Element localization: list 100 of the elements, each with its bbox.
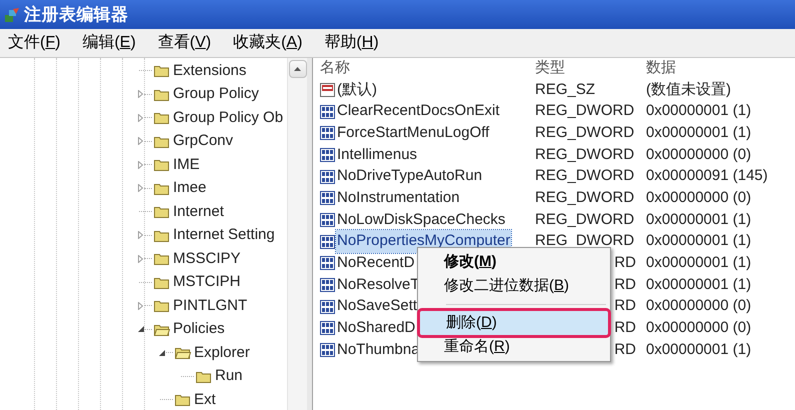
collapsed-arrow-icon[interactable] bbox=[138, 302, 143, 310]
collapsed-arrow-icon[interactable] bbox=[138, 254, 143, 263]
folder-icon bbox=[154, 205, 170, 218]
menu-item[interactable]: 编辑(E) bbox=[82, 31, 136, 55]
folder-icon bbox=[154, 88, 170, 101]
value-data: 0x00000000 (0) bbox=[646, 144, 752, 165]
menu-item[interactable]: 查看(V) bbox=[158, 31, 212, 55]
up-arrow-icon bbox=[294, 67, 301, 71]
binary-value-icon bbox=[320, 170, 335, 184]
tree-item[interactable]: Ext bbox=[194, 388, 216, 410]
tree-item[interactable]: MSSCIPY bbox=[173, 248, 241, 270]
collapsed-arrow-icon[interactable] bbox=[138, 231, 143, 240]
expanded-arrow-icon[interactable] bbox=[159, 350, 165, 356]
value-data: 0x00000001 (1) bbox=[646, 340, 752, 360]
value-name[interactable]: ForceStartMenuLogOff bbox=[336, 122, 490, 144]
tree-item[interactable]: MSTCIPH bbox=[173, 271, 240, 294]
value-name[interactable]: NoSaveSett bbox=[336, 295, 418, 318]
registry-icon bbox=[4, 6, 20, 22]
menu-item[interactable]: 收藏夹(A) bbox=[233, 31, 302, 55]
string-value-icon bbox=[320, 82, 335, 97]
value-type: REG_DWORD bbox=[535, 188, 634, 208]
value-type: RD bbox=[614, 318, 636, 338]
tree-item[interactable]: Internet Setting bbox=[173, 224, 275, 246]
binary-value-icon bbox=[320, 300, 335, 314]
folder-icon bbox=[154, 276, 170, 289]
value-data: 0x00000000 (0) bbox=[646, 296, 752, 316]
binary-value-icon bbox=[320, 191, 335, 206]
value-data: 0x00000001 (1) bbox=[646, 231, 752, 252]
tree-item[interactable]: Imee bbox=[173, 177, 206, 200]
column-header[interactable]: 数据 bbox=[646, 57, 766, 80]
collapsed-arrow-icon[interactable] bbox=[138, 137, 143, 146]
tree-item[interactable]: PINTLGNT bbox=[173, 294, 248, 317]
binary-value-icon bbox=[320, 278, 335, 292]
binary-value-icon bbox=[320, 343, 335, 358]
collapsed-arrow-icon[interactable] bbox=[138, 184, 143, 192]
collapsed-arrow-icon[interactable] bbox=[138, 90, 143, 98]
value-name[interactable]: NoResolveT bbox=[336, 274, 421, 296]
menu-item[interactable]: 删除(D) bbox=[420, 311, 608, 335]
menu-item[interactable]: 修改(M) bbox=[418, 250, 610, 274]
value-name[interactable]: NoLowDiskSpaceChecks bbox=[336, 208, 506, 232]
binary-value-icon bbox=[320, 148, 335, 162]
value-data: 0x00000001 (1) bbox=[646, 122, 752, 143]
value-type: RD bbox=[614, 274, 636, 295]
window-title: 注册表编辑器 bbox=[24, 4, 129, 26]
value-data: 0x00000001 (1) bbox=[646, 253, 752, 274]
value-type: REG_DWORD bbox=[535, 144, 634, 165]
value-name[interactable]: NoDriveTypeAutoRun bbox=[336, 165, 484, 188]
value-name[interactable]: NoThumbna bbox=[336, 338, 421, 362]
value-name[interactable]: ClearRecentDocsOnExit bbox=[336, 100, 501, 123]
binary-value-icon bbox=[320, 212, 335, 227]
tree-item[interactable]: Group Policy bbox=[173, 83, 259, 106]
binary-value-icon bbox=[320, 321, 335, 336]
tree-item[interactable]: Group Policy Ob bbox=[173, 106, 284, 129]
value-data: 0x00000001 (1) bbox=[646, 101, 752, 122]
value-type: REG_DWORD bbox=[535, 231, 634, 252]
menu-item[interactable]: 文件(F) bbox=[8, 31, 60, 55]
value-type: RD bbox=[614, 340, 636, 360]
folder-icon bbox=[154, 182, 170, 195]
folder-icon bbox=[154, 111, 170, 124]
value-data: (数值未设置) bbox=[646, 80, 731, 100]
menu-item[interactable]: 重命名(R) bbox=[418, 335, 610, 359]
open-folder-icon bbox=[154, 322, 170, 336]
value-type: REG_DWORD bbox=[535, 210, 634, 230]
value-type: REG_DWORD bbox=[535, 122, 634, 143]
binary-value-icon bbox=[320, 126, 335, 140]
value-name[interactable]: NoInstrumentation bbox=[336, 187, 461, 210]
tree-item[interactable]: GrpConv bbox=[173, 130, 234, 152]
value-type: REG_SZ bbox=[535, 80, 596, 100]
value-name[interactable]: Intellimenus bbox=[336, 144, 418, 166]
menu-item[interactable]: 修改二进位数据(B) bbox=[418, 274, 610, 298]
tree-item[interactable]: Explorer bbox=[194, 342, 250, 364]
value-data: 0x00000091 (145) bbox=[646, 166, 768, 186]
tree-item[interactable]: IME bbox=[173, 154, 200, 176]
tree-item[interactable]: Run bbox=[215, 365, 243, 388]
folder-icon bbox=[154, 252, 170, 266]
value-name[interactable]: (默认) bbox=[336, 78, 378, 102]
menu-item[interactable]: 帮助(H) bbox=[324, 31, 379, 55]
value-data: 0x00000000 (0) bbox=[646, 318, 752, 338]
folder-icon bbox=[196, 370, 212, 383]
folder-icon bbox=[154, 64, 170, 78]
tree-item[interactable]: Extensions bbox=[173, 60, 246, 82]
value-name[interactable]: NoRecentD bbox=[336, 252, 416, 275]
folder-icon bbox=[154, 299, 170, 312]
expanded-arrow-icon[interactable] bbox=[138, 326, 144, 332]
value-data: 0x00000000 (0) bbox=[646, 188, 752, 208]
column-header[interactable]: 类型 bbox=[535, 57, 646, 80]
collapsed-arrow-icon[interactable] bbox=[138, 160, 143, 169]
value-data: 0x00000001 (1) bbox=[646, 210, 752, 230]
tree-item[interactable]: Policies bbox=[173, 318, 225, 340]
value-name[interactable]: NoSharedD bbox=[336, 317, 416, 340]
binary-value-icon bbox=[320, 256, 335, 270]
value-data: 0x00000001 (1) bbox=[646, 274, 752, 295]
column-header[interactable]: 名称 bbox=[320, 57, 535, 80]
folder-icon bbox=[154, 228, 170, 242]
scroll-up-button[interactable] bbox=[288, 60, 306, 78]
value-type: REG_DWORD bbox=[535, 101, 634, 122]
tree-item[interactable]: Internet bbox=[173, 200, 224, 223]
scrollbar[interactable] bbox=[287, 58, 307, 410]
value-type: RD bbox=[614, 296, 636, 316]
collapsed-arrow-icon[interactable] bbox=[138, 114, 143, 122]
